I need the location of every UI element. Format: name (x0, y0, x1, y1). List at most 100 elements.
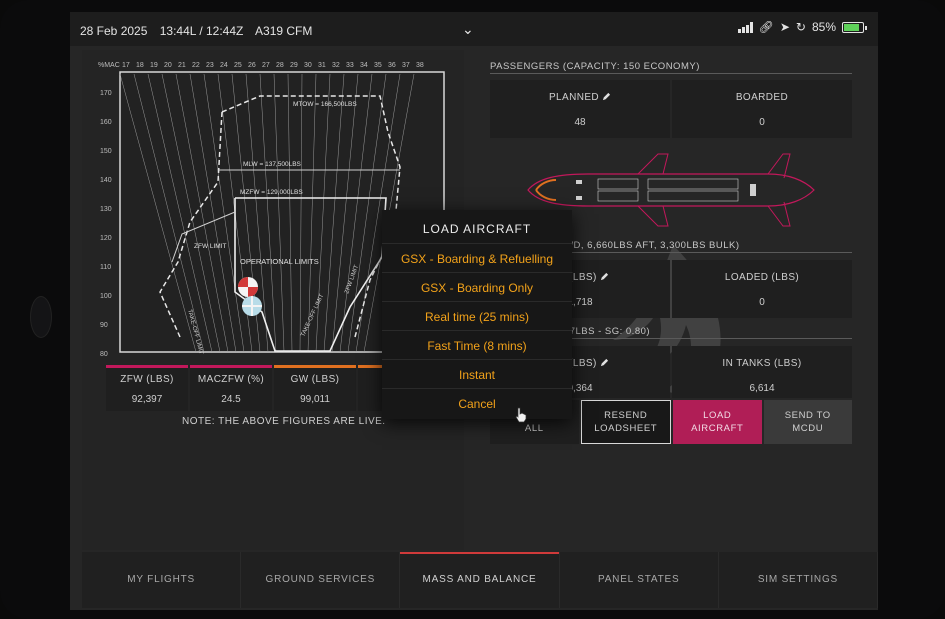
zfw-limit-label: ZFW LIMIT (194, 243, 227, 250)
tab-my-flights[interactable]: MY FLIGHTS (82, 552, 242, 608)
passengers-planned-header: PLANNED (490, 92, 670, 103)
mac-tick: 36 (388, 62, 396, 69)
figure-gw: GW (LBS) 99,011 (274, 365, 356, 411)
fuel-tanks-label: IN TANKS (LBS) (722, 358, 802, 369)
rotation-lock-icon: ↻ (795, 20, 806, 34)
passengers-row: PLANNED 48 BOARDED 0 (490, 80, 852, 138)
status-aircraft: A319 CFM (255, 24, 313, 38)
live-figures-note: NOTE: THE ABOVE FIGURES ARE LIVE. (182, 416, 386, 427)
location-icon: ➤ (779, 20, 790, 34)
tab-panel-states[interactable]: PANEL STATES (560, 552, 719, 608)
load-aircraft-menu: LOAD AIRCRAFT GSX - Boarding & Refuellin… (382, 210, 572, 419)
screen: 28 Feb 2025 13:44L / 12:44Z A319 CFM ⌄ 🔗… (70, 12, 878, 610)
figure-maczfw: MACZFW (%) 24.5 (190, 365, 272, 411)
status-icons: 🔗︎ ➤ ↻ 85% (737, 20, 867, 34)
weight-tick: 80 (100, 351, 108, 358)
figure-label: ZFW (LBS) (120, 374, 174, 385)
figure-accent-bar (274, 365, 356, 368)
mlw-label: MLW = 137,500LBS (243, 161, 302, 168)
status-time: 13:44L / 12:44Z (159, 24, 244, 38)
pencil-icon[interactable] (602, 92, 611, 101)
tab-ground-services[interactable]: GROUND SERVICES (241, 552, 401, 608)
mac-tick: 25 (234, 62, 242, 69)
load-aircraft-menu-title: LOAD AIRCRAFT (382, 210, 572, 244)
mac-axis-label: %MAC (98, 62, 120, 69)
bottom-tab-bar: MY FLIGHTS GROUND SERVICES MASS AND BALA… (82, 552, 878, 608)
divider (490, 73, 852, 74)
weight-tick: 160 (100, 119, 112, 126)
chevron-down-icon[interactable]: ⌄ (462, 21, 474, 38)
weight-tick: 110 (100, 264, 112, 271)
weight-axis: 170 160 150 140 130 120 110 100 90 80 (100, 90, 118, 370)
menu-item-gsx-boarding-only[interactable]: GSX - Boarding Only (382, 273, 572, 302)
fuel-tanks-value: 6,614 (749, 383, 775, 394)
passengers-boarded-cell: BOARDED 0 (672, 80, 852, 138)
load-aircraft-button[interactable]: LOAD AIRCRAFT (673, 400, 762, 444)
weight-tick: 100 (100, 293, 112, 300)
camera-icon (30, 296, 52, 338)
mac-tick: 35 (374, 62, 382, 69)
passengers-planned-value: 48 (574, 117, 586, 128)
tab-sim-settings[interactable]: SIM SETTINGS (719, 552, 878, 608)
weight-tick: 130 (100, 206, 112, 213)
operational-limits-label: OPERATIONAL LIMITS (240, 257, 319, 266)
figure-value: 99,011 (300, 394, 330, 405)
status-date: 28 Feb 2025 (80, 24, 148, 38)
menu-item-real-time[interactable]: Real time (25 mins) (382, 302, 572, 331)
cargo-loaded-label: LOADED (LBS) (724, 272, 800, 283)
hand-cursor-icon (515, 407, 527, 423)
weight-tick: 90 (100, 322, 108, 329)
mac-tick: 22 (192, 62, 200, 69)
mac-tick: 20 (164, 62, 172, 69)
figure-accent-bar (190, 365, 272, 368)
cargo-loaded-cell: LOADED (LBS) 0 (672, 260, 852, 318)
mac-axis: %MAC 17 18 19 20 21 22 23 24 25 26 27 28… (98, 62, 458, 72)
zfw-cg-marker (242, 296, 262, 316)
status-info: 28 Feb 2025 13:44L / 12:44Z A319 CFM (80, 24, 321, 38)
mac-tick: 24 (220, 62, 228, 69)
mac-tick: 34 (360, 62, 368, 69)
resend-loadsheet-button[interactable]: RESEND LOADSHEET (580, 400, 671, 444)
fuel-tanks-cell: IN TANKS (LBS) 6,614 (672, 346, 852, 398)
passengers-planned-label: PLANNED (548, 92, 600, 103)
mac-tick: 23 (206, 62, 214, 69)
menu-item-fast-time[interactable]: Fast Time (8 mins) (382, 331, 572, 360)
figure-value: 24.5 (221, 394, 241, 405)
figure-label: GW (LBS) (290, 374, 340, 385)
mac-tick: 28 (276, 62, 284, 69)
mac-tick: 29 (290, 62, 298, 69)
signal-icon (737, 21, 753, 33)
figure-zfw: ZFW (LBS) 92,397 (106, 365, 188, 411)
mac-tick: 26 (248, 62, 256, 69)
pencil-icon[interactable] (600, 358, 609, 367)
mac-tick: 17 (122, 62, 130, 69)
tablet-bezel: 28 Feb 2025 13:44L / 12:44Z A319 CFM ⌄ 🔗… (0, 0, 945, 619)
link-icon: 🔗︎ (758, 20, 774, 34)
mac-tick: 33 (346, 62, 354, 69)
mac-tick: 19 (150, 62, 158, 69)
mtow-label: MTOW = 166,500LBS (293, 101, 357, 108)
passengers-boarded-label: BOARDED (735, 92, 789, 103)
figure-accent-bar (106, 365, 188, 368)
menu-item-gsx-boarding-refuelling[interactable]: GSX - Boarding & Refuelling (382, 244, 572, 273)
weight-tick: 140 (100, 177, 112, 184)
tab-mass-and-balance[interactable]: MASS AND BALANCE (400, 552, 560, 608)
mac-tick: 27 (262, 62, 270, 69)
mac-tick: 18 (136, 62, 144, 69)
figure-label: MACZFW (%) (197, 374, 265, 385)
figure-value: 92,397 (131, 394, 163, 405)
pencil-icon[interactable] (600, 272, 609, 281)
passengers-boarded-value: 0 (759, 117, 765, 128)
weight-tick: 120 (100, 235, 112, 242)
mac-tick: 32 (332, 62, 340, 69)
mac-tick: 21 (178, 62, 186, 69)
menu-item-instant[interactable]: Instant (382, 360, 572, 389)
mac-tick: 37 (402, 62, 410, 69)
passengers-planned-cell[interactable]: PLANNED 48 (490, 80, 670, 138)
passengers-title: PASSENGERS (CAPACITY: 150 ECONOMY) (490, 61, 700, 72)
menu-item-cancel[interactable]: Cancel (382, 389, 572, 418)
mac-tick: 38 (416, 62, 424, 69)
status-bar: 28 Feb 2025 13:44L / 12:44Z A319 CFM ⌄ 🔗… (70, 12, 878, 46)
send-to-mcdu-button[interactable]: SEND TO MCDU (763, 400, 852, 444)
weight-tick: 170 (100, 90, 112, 97)
